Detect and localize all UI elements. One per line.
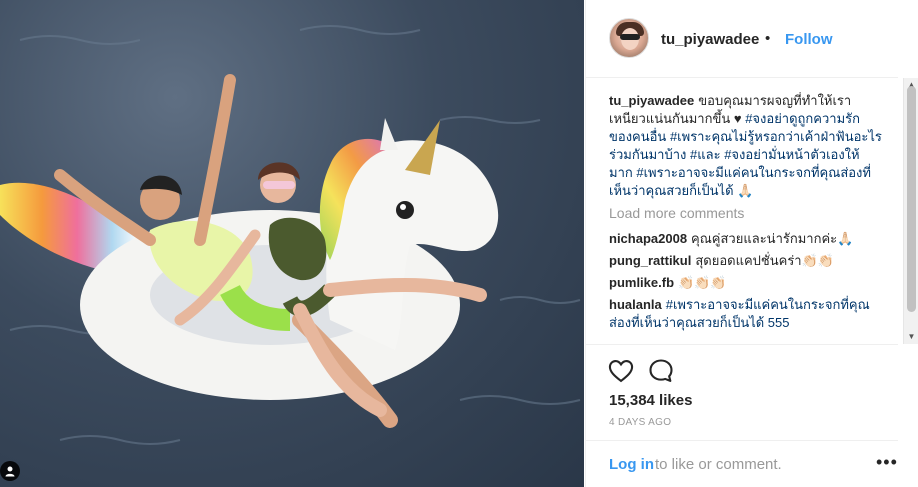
- likes-count[interactable]: 15,384 likes: [609, 392, 692, 409]
- caption: tu_piyawadee ขอบคุณมารผจญที่ทำให้เราเหนีย…: [609, 92, 883, 200]
- list-item: pung_rattikul สุดยอดแคปชั่นคร่า👏🏻👏🏻: [609, 252, 883, 270]
- comment-text: สุดยอดแคปชั่นคร่า👏🏻👏🏻: [695, 253, 834, 268]
- post-header: tu_piyawadee • Follow: [586, 0, 898, 78]
- comments-scrollbar[interactable]: ▲ ▼: [903, 78, 918, 344]
- comment-text: คุณคู่สวยและน่ารักมากค่ะ🙏🏻: [691, 231, 854, 246]
- list-item: nichapa2008 คุณคู่สวยและน่ารักมากค่ะ🙏🏻: [609, 230, 883, 248]
- comment-username[interactable]: hualanla: [609, 297, 662, 312]
- login-prompt-text: to like or comment.: [655, 456, 782, 473]
- comment-bubble-icon[interactable]: [647, 357, 675, 385]
- login-link[interactable]: Log in: [609, 456, 654, 473]
- list-item: hualanla #เพราะอาจจะมีแค่คนในกระจกที่คุณส…: [609, 296, 883, 332]
- comments-list[interactable]: tu_piyawadee ขอบคุณมารผจญที่ทำให้เราเหนีย…: [609, 92, 883, 344]
- load-more-comments-button[interactable]: Load more comments: [609, 204, 883, 222]
- post-timestamp[interactable]: 4 DAYS AGO: [609, 417, 671, 428]
- person-tag-icon[interactable]: [0, 461, 20, 481]
- comment-username[interactable]: nichapa2008: [609, 231, 687, 246]
- header-separator: •: [765, 30, 771, 47]
- heart-icon[interactable]: [607, 357, 635, 385]
- comment-username[interactable]: pung_rattikul: [609, 253, 691, 268]
- photo-illustration: [0, 25, 581, 445]
- follow-button[interactable]: Follow: [785, 31, 833, 48]
- comment-text: 👏🏻👏🏻👏🏻: [678, 275, 727, 290]
- scroll-down-arrow-icon[interactable]: ▼: [904, 330, 918, 344]
- hashtag-link[interactable]: #และ: [690, 147, 721, 162]
- scrollbar-thumb[interactable]: [907, 86, 916, 312]
- avatar[interactable]: [609, 18, 649, 58]
- post-actions: 15,384 likes 4 DAYS AGO: [586, 344, 898, 440]
- caption-username[interactable]: tu_piyawadee: [609, 93, 694, 108]
- post-side-panel: tu_piyawadee • Follow tu_piyawadee ขอบคุณ…: [585, 0, 918, 487]
- more-options-icon[interactable]: •••: [876, 452, 898, 473]
- login-bar: Log in to like or comment. •••: [586, 440, 898, 487]
- list-item: pumlike.fb 👏🏻👏🏻👏🏻: [609, 274, 883, 292]
- header-username[interactable]: tu_piyawadee: [661, 31, 759, 48]
- caption-text: 🙏🏻: [733, 183, 754, 198]
- post-photo[interactable]: [0, 0, 584, 487]
- comment-username[interactable]: pumlike.fb: [609, 275, 674, 290]
